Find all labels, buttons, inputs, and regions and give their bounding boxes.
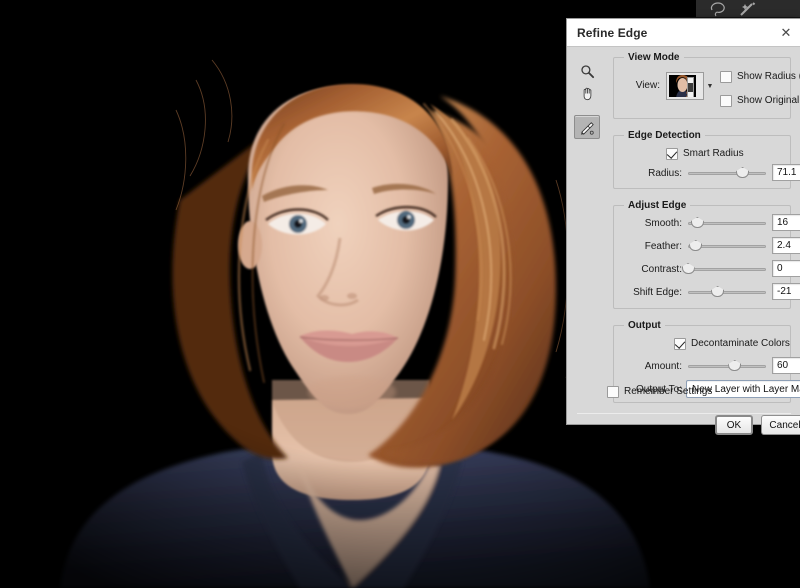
show-radius-checkbox[interactable] [720, 71, 732, 83]
cancel-button[interactable]: Cancel [761, 415, 800, 435]
preview-scrollbar[interactable] [687, 77, 694, 97]
close-icon[interactable]: ✕ [778, 25, 794, 41]
feather-value-field[interactable]: 2.4 [772, 237, 800, 254]
adjust-edge-group: Adjust Edge Smooth: 16 Feather: 2.4 px [613, 200, 800, 309]
radius-slider[interactable] [688, 167, 766, 179]
hand-tool[interactable] [574, 81, 600, 105]
radius-slider-thumb[interactable] [736, 167, 750, 178]
magnifier-icon [580, 64, 594, 78]
radius-value-field[interactable]: 71.1 [772, 164, 800, 181]
amount-slider-thumb[interactable] [728, 360, 742, 371]
contrast-value-field[interactable]: 0 [772, 260, 800, 277]
lasso-icon[interactable] [706, 1, 730, 17]
refine-brush-icon [580, 121, 594, 135]
amount-value-field[interactable]: 60 [772, 357, 800, 374]
shift-edge-value-field[interactable]: -21 [772, 283, 800, 300]
wand-icon[interactable] [736, 1, 760, 17]
amount-label: Amount: [644, 361, 682, 372]
radius-label: Radius: [648, 168, 682, 179]
view-label: View: [635, 80, 660, 91]
feather-slider[interactable] [688, 240, 766, 252]
radius-slider-track [688, 172, 766, 175]
dialog-tool-column [567, 47, 607, 425]
shift-edge-slider[interactable] [688, 286, 766, 298]
feather-slider-thumb[interactable] [689, 240, 703, 251]
refine-radius-tool[interactable] [574, 115, 600, 139]
remember-settings-label: Remember Settings [624, 386, 713, 397]
edge-detection-group: Edge Detection Smart Radius Radius: 71.1… [613, 130, 800, 189]
hand-icon [583, 87, 591, 100]
dialog-title: Refine Edge [577, 26, 648, 40]
smooth-value-field[interactable]: 16 [772, 214, 800, 231]
contrast-slider-thumb[interactable] [681, 263, 695, 274]
amount-slider-track [688, 365, 766, 368]
zoom-tool[interactable] [574, 59, 600, 83]
ok-button[interactable]: OK [715, 415, 753, 435]
dialog-divider [577, 413, 791, 414]
view-preview-thumbnail[interactable] [666, 72, 704, 100]
edge-detection-legend: Edge Detection [624, 130, 705, 141]
toolbar-gap [660, 0, 696, 17]
shift-edge-slider-thumb[interactable] [711, 286, 725, 297]
show-original-checkbox[interactable] [720, 95, 732, 107]
show-original-label: Show Original (P) [737, 95, 800, 106]
decontaminate-colors-checkbox[interactable] [674, 338, 686, 350]
smooth-slider-thumb[interactable] [690, 217, 704, 228]
dialog-titlebar[interactable]: Refine Edge ✕ [567, 19, 800, 47]
app-toolbar [660, 0, 800, 18]
adjust-edge-legend: Adjust Edge [624, 200, 691, 211]
shift-edge-label: Shift Edge: [633, 287, 682, 298]
view-mode-group: View Mode View: ▼ Show Radius Show Origi… [613, 52, 800, 119]
view-mode-dropdown-arrow[interactable]: ▼ [706, 72, 714, 100]
show-radius-label: Show Radius (J) [737, 71, 800, 82]
refine-edge-dialog: Refine Edge ✕ View Mode View: ▼ Show Rad… [566, 18, 800, 435]
contrast-slider-track [688, 268, 766, 271]
smooth-label: Smooth: [644, 218, 682, 229]
decontaminate-colors-label: Decontaminate Colors [691, 338, 790, 349]
shift-edge-slider-track [688, 291, 766, 294]
view-preview-image [669, 75, 696, 97]
output-legend: Output [624, 320, 665, 331]
smooth-slider[interactable] [688, 217, 766, 229]
screen: Refine Edge ✕ View Mode View: ▼ Show Rad… [0, 0, 800, 588]
smart-radius-checkbox[interactable] [666, 148, 678, 160]
contrast-label: Contrast: [641, 264, 682, 275]
dialog-body: View Mode View: ▼ Show Radius Show Origi… [567, 47, 800, 435]
smart-radius-label: Smart Radius [683, 148, 744, 159]
view-mode-legend: View Mode [624, 52, 684, 63]
feather-label: Feather: [644, 241, 682, 252]
contrast-slider[interactable] [681, 263, 766, 275]
amount-slider[interactable] [688, 360, 766, 372]
remember-settings-checkbox[interactable] [607, 386, 619, 398]
